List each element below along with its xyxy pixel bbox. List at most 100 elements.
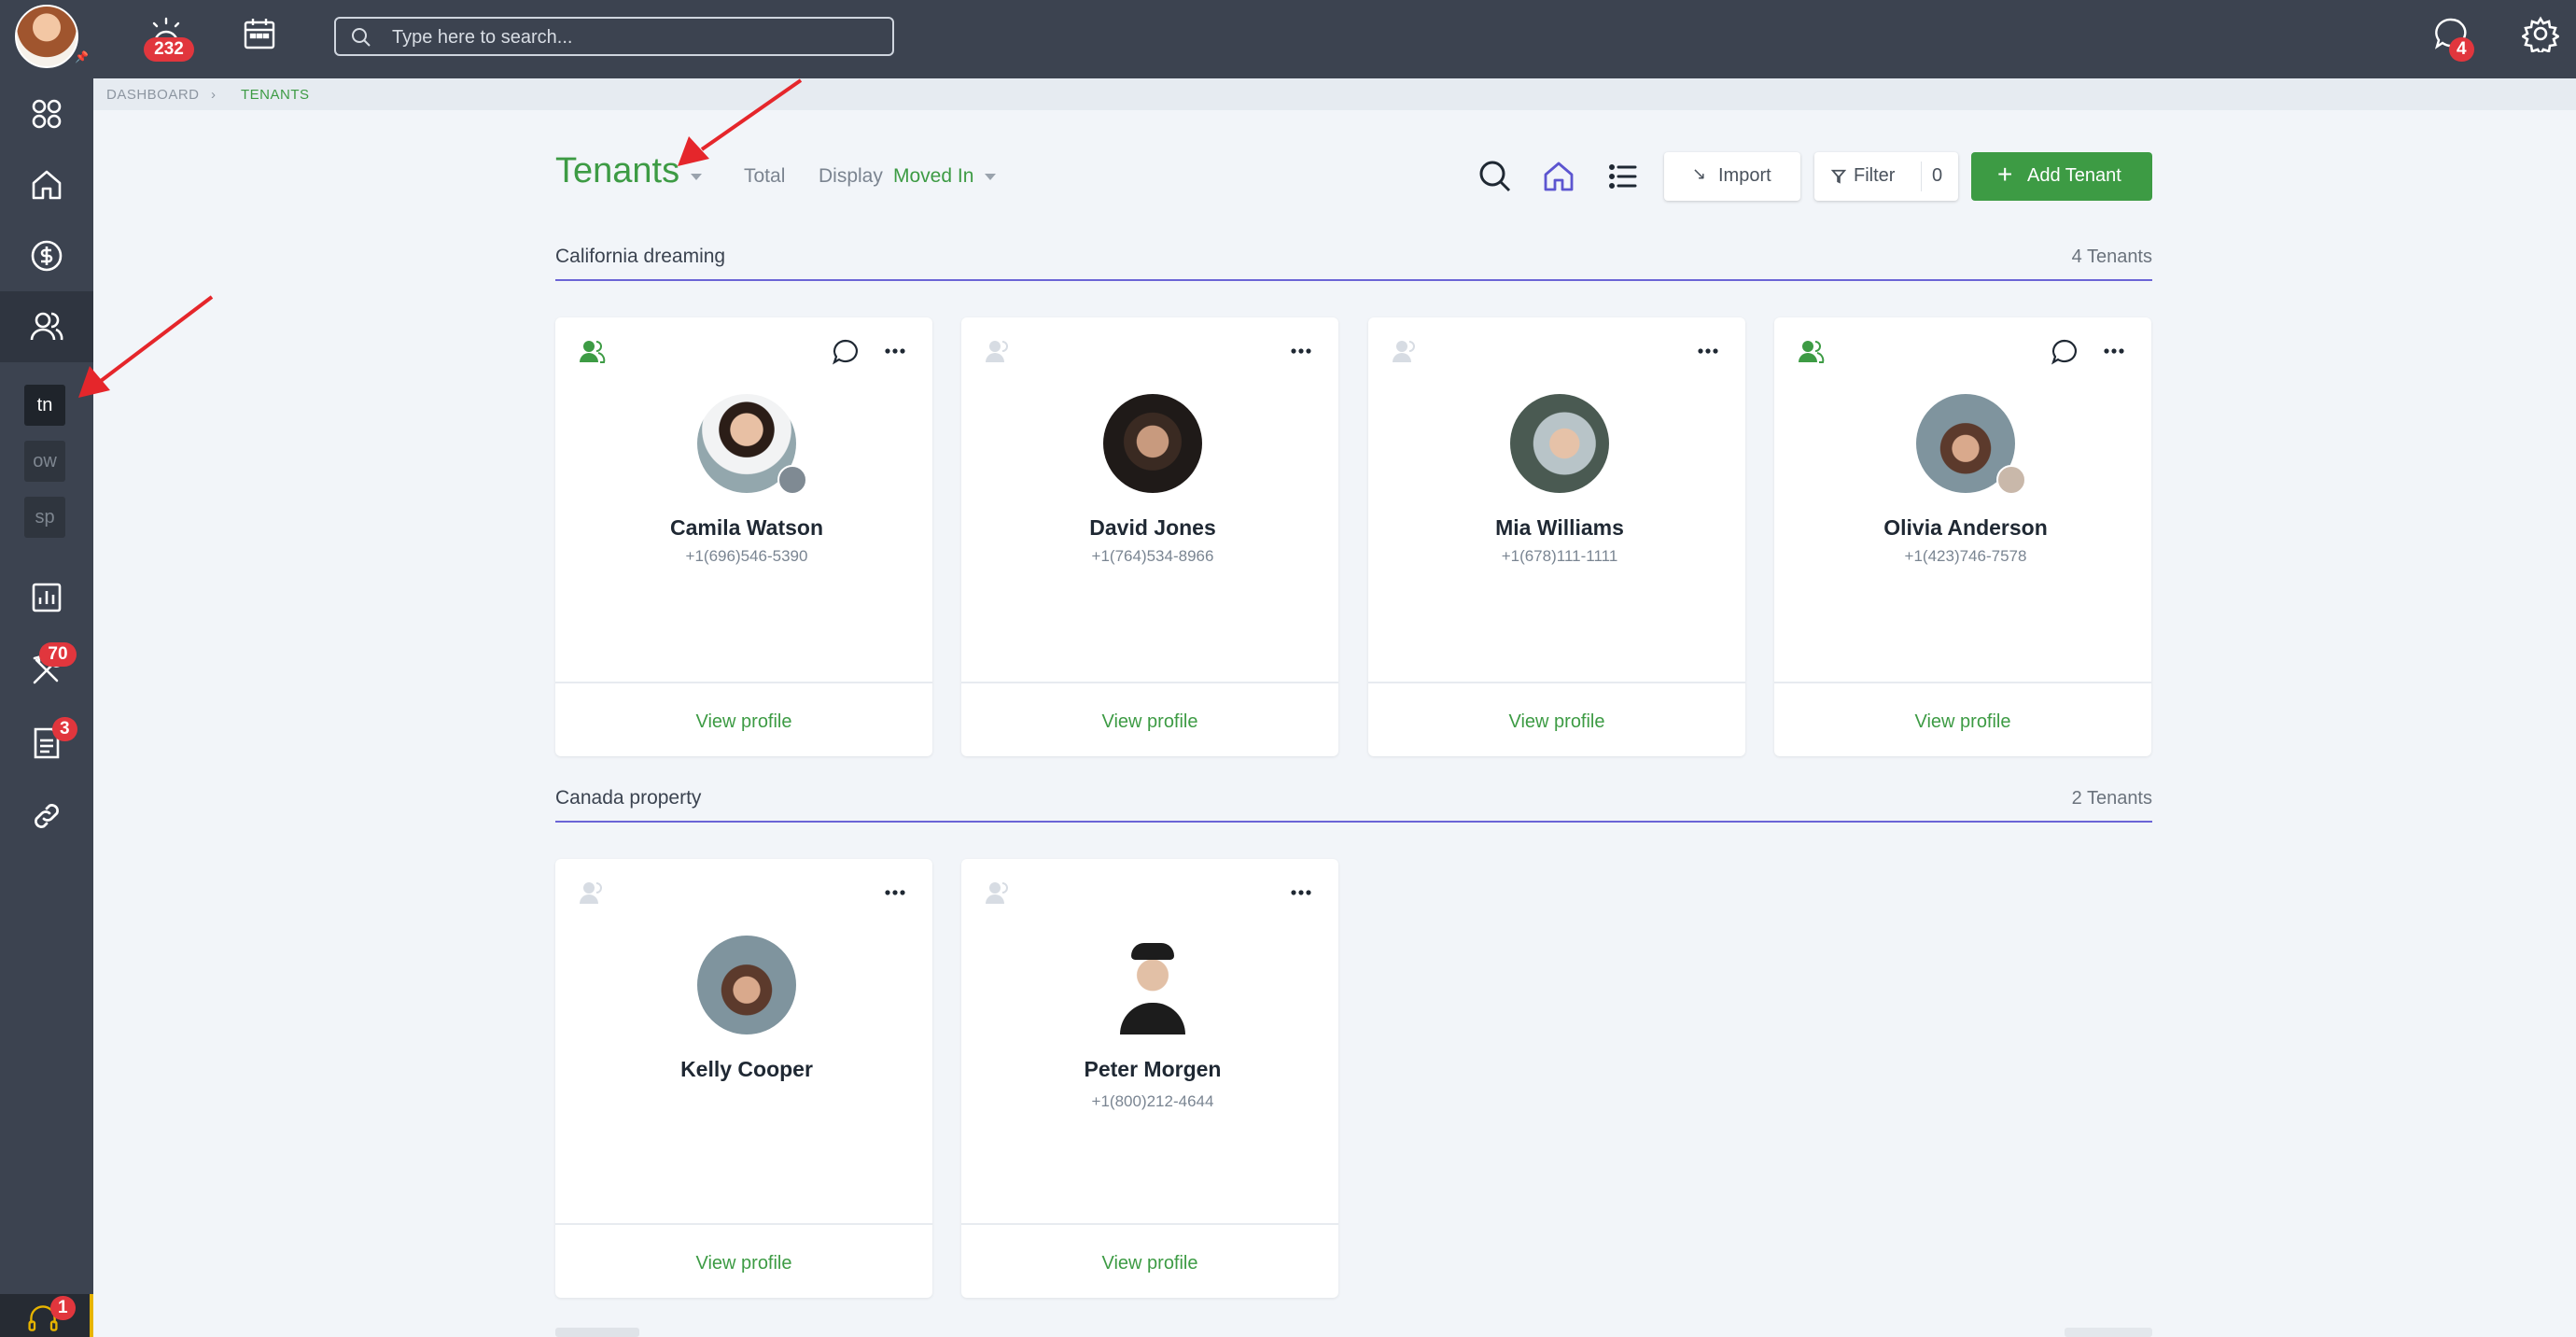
property-thumbnail bbox=[777, 465, 807, 495]
display-select[interactable]: Moved In bbox=[893, 165, 973, 188]
tenant-photo bbox=[1103, 936, 1202, 1034]
sidebar-item-people[interactable] bbox=[0, 291, 93, 362]
sidebar-chip-sp[interactable]: sp bbox=[24, 497, 65, 538]
sidebar-item-documents[interactable] bbox=[0, 708, 93, 779]
display-label: Display bbox=[819, 165, 883, 187]
section-divider bbox=[555, 821, 2152, 823]
sidebar-item-home[interactable] bbox=[0, 149, 93, 220]
grid-icon bbox=[32, 99, 62, 129]
support-button[interactable]: 1 bbox=[0, 1294, 93, 1337]
list-view-icon[interactable] bbox=[1605, 159, 1641, 194]
import-label: Import bbox=[1718, 165, 1771, 186]
person-status-icon bbox=[1799, 341, 1825, 363]
section-count: 4 Tenants bbox=[2071, 246, 2152, 267]
card-divider bbox=[961, 1223, 1338, 1225]
support-badge: 1 bbox=[50, 1296, 76, 1320]
tenant-photo bbox=[1103, 394, 1202, 493]
add-tenant-button[interactable]: + Add Tenant bbox=[1971, 152, 2152, 201]
tenant-name: Camila Watson bbox=[669, 515, 823, 540]
sidebar-item-accounting[interactable] bbox=[0, 220, 93, 291]
tenant-name: Kelly Cooper bbox=[680, 1057, 813, 1081]
page-title[interactable]: Tenants bbox=[555, 151, 679, 191]
more-options-icon[interactable] bbox=[1290, 347, 1312, 355]
pin-icon: 📌 bbox=[75, 50, 89, 63]
top-bar: 📌 232 4 bbox=[0, 0, 2576, 78]
sidebar-item-links[interactable] bbox=[0, 781, 93, 851]
filter-button[interactable]: Filter 0 bbox=[1814, 152, 1958, 201]
sidebar-chip-ow[interactable]: ow bbox=[24, 441, 65, 482]
view-profile-link[interactable]: View profile bbox=[961, 711, 1338, 733]
annotation-arrow-sidebar bbox=[99, 295, 214, 383]
breadcrumb-tenants: TENANTS bbox=[241, 87, 310, 103]
tenant-phone: +1(678)111-1111 bbox=[1501, 547, 1618, 565]
annotation-arrowhead-title bbox=[678, 136, 709, 166]
next-section-title bbox=[555, 1328, 639, 1337]
import-button[interactable]: ↘ Import bbox=[1664, 152, 1800, 201]
more-options-icon[interactable] bbox=[884, 347, 906, 355]
sidebar-item-reports[interactable] bbox=[0, 562, 93, 633]
plus-icon: + bbox=[1997, 160, 2013, 189]
search-icon bbox=[352, 28, 371, 47]
tenant-phone: +1(764)534-8966 bbox=[1091, 547, 1214, 565]
next-section-count bbox=[2065, 1328, 2152, 1337]
person-status-icon bbox=[1393, 341, 1415, 362]
more-options-icon[interactable] bbox=[1697, 347, 1719, 355]
tenant-photo bbox=[697, 936, 796, 1034]
search-bar[interactable] bbox=[334, 17, 894, 56]
tenant-name: Olivia Anderson bbox=[1883, 515, 2048, 540]
chat-bubble-icon[interactable] bbox=[832, 338, 860, 366]
search-input[interactable] bbox=[390, 24, 879, 50]
grid-view-home-icon[interactable] bbox=[1541, 159, 1576, 194]
view-profile-link[interactable]: View profile bbox=[961, 1253, 1338, 1274]
more-options-icon[interactable] bbox=[884, 889, 906, 896]
calendar-icon[interactable] bbox=[241, 15, 278, 52]
sidebar-chip-tn[interactable]: tn bbox=[24, 385, 65, 426]
filter-label: Filter bbox=[1854, 165, 1896, 186]
card-divider bbox=[1774, 682, 2151, 683]
maintenance-badge: 70 bbox=[39, 642, 77, 667]
property-thumbnail bbox=[1996, 465, 2026, 495]
title-caret-icon[interactable] bbox=[691, 174, 702, 180]
tenant-card: Peter Morgen +1(800)212-4644 View profil… bbox=[961, 859, 1338, 1298]
import-arrow-icon: ↘ bbox=[1692, 164, 1707, 183]
tenant-card: David Jones +1(764)534-8966 View profile bbox=[961, 317, 1338, 756]
tenant-photo bbox=[1510, 394, 1609, 493]
section-title: Canada property bbox=[555, 787, 702, 809]
people-icon bbox=[30, 312, 63, 341]
chat-bubble-icon[interactable] bbox=[2051, 338, 2079, 366]
view-profile-link[interactable]: View profile bbox=[1368, 711, 1745, 733]
section-divider bbox=[555, 279, 2152, 281]
person-status-icon bbox=[986, 341, 1008, 362]
chevron-right-icon: › bbox=[211, 87, 217, 103]
person-status-icon bbox=[580, 882, 602, 904]
search-tool-icon[interactable] bbox=[1477, 159, 1513, 194]
link-icon bbox=[35, 804, 59, 828]
display-caret-icon[interactable] bbox=[985, 174, 996, 180]
section-count: 2 Tenants bbox=[2071, 788, 2152, 809]
card-divider bbox=[961, 682, 1338, 683]
more-options-icon[interactable] bbox=[1290, 889, 1312, 896]
view-profile-link[interactable]: View profile bbox=[555, 711, 932, 733]
tenant-card: Kelly Cooper View profile bbox=[555, 859, 932, 1298]
card-divider bbox=[555, 682, 932, 683]
section-title: California dreaming bbox=[555, 246, 726, 267]
tenant-phone: +1(696)546-5390 bbox=[685, 547, 808, 565]
total-label: Total bbox=[744, 165, 786, 187]
user-avatar[interactable] bbox=[15, 5, 78, 68]
settings-gear-icon[interactable] bbox=[2520, 15, 2561, 57]
documents-badge: 3 bbox=[52, 717, 77, 741]
tenant-name: Peter Morgen bbox=[1084, 1057, 1222, 1081]
filter-icon bbox=[1831, 169, 1846, 184]
view-profile-link[interactable]: View profile bbox=[1774, 711, 2151, 733]
more-options-icon[interactable] bbox=[2103, 347, 2125, 355]
chat-badge: 4 bbox=[2449, 37, 2474, 62]
tenant-name: Mia Williams bbox=[1495, 515, 1624, 540]
sidebar-item-dashboard[interactable] bbox=[0, 78, 93, 149]
breadcrumb-dashboard[interactable]: DASHBOARD bbox=[106, 87, 200, 103]
sidebar: tn ow sp 70 3 1 bbox=[0, 78, 93, 1337]
view-profile-link[interactable]: View profile bbox=[555, 1253, 932, 1274]
card-divider bbox=[555, 1223, 932, 1225]
tenant-phone: +1(423)746-7578 bbox=[1904, 547, 2027, 565]
filter-divider bbox=[1921, 162, 1922, 191]
breadcrumb: DASHBOARD › TENANTS bbox=[93, 78, 2576, 110]
